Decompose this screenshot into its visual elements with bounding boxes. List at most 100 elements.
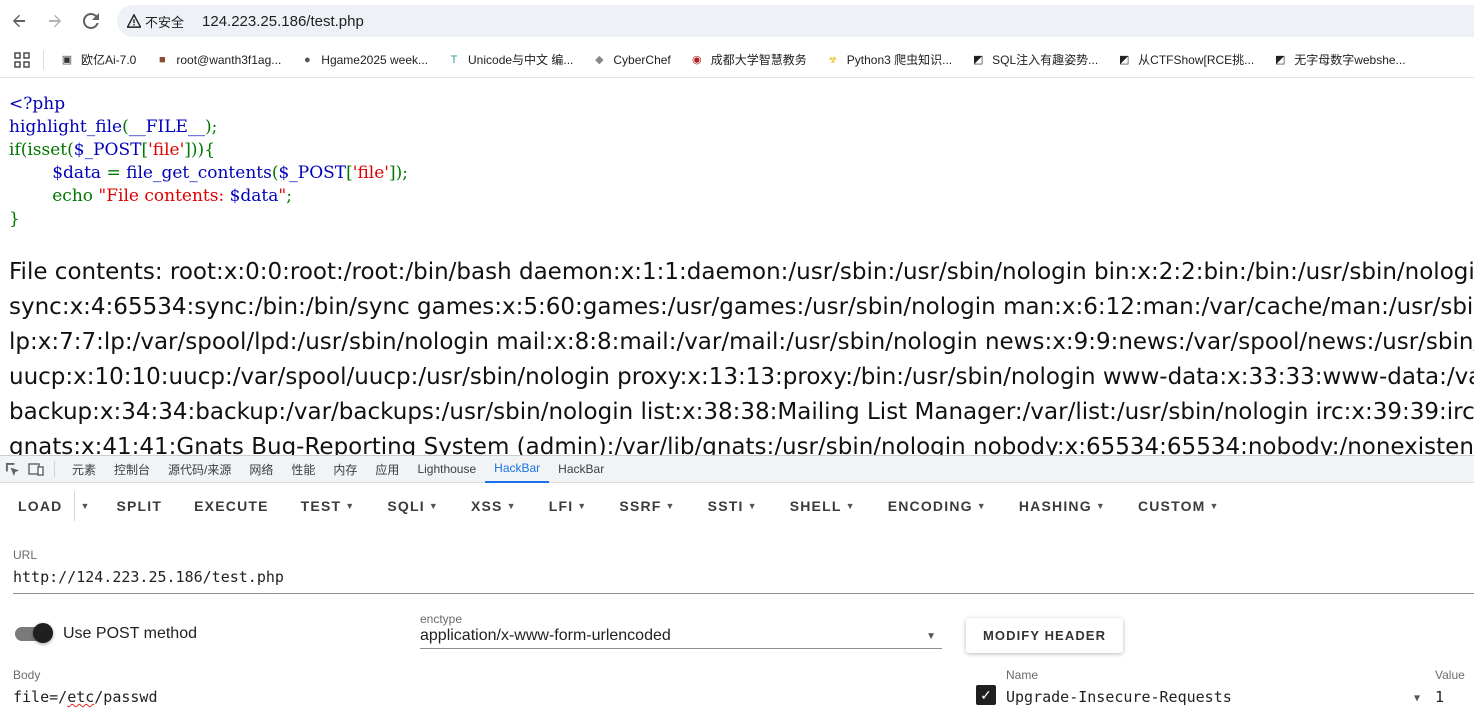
bookmark-label: CyberChef	[613, 52, 671, 67]
split-menu-button[interactable]: SPLIT	[100, 484, 178, 528]
back-button[interactable]	[1, 3, 37, 39]
body-label: Body	[13, 668, 41, 682]
load-dropdown-toggle[interactable]: ▼	[74, 491, 94, 521]
ssti-menu-button[interactable]: SSTI ▼	[692, 484, 774, 528]
reload-button[interactable]	[73, 3, 109, 39]
bookmark-label: 从CTFShow[RCE挑...	[1138, 53, 1255, 67]
devtools-tab[interactable]: HackBar	[485, 456, 550, 483]
bookmark-label: 欧亿Ai-7.0	[81, 53, 137, 67]
menu-label: XSS	[470, 498, 503, 514]
security-chip[interactable]: 不安全	[127, 12, 194, 31]
n-icon: ◩	[972, 54, 984, 66]
test-menu-button[interactable]: TEST ▼	[285, 484, 372, 528]
caret-down-icon: ▼	[506, 501, 517, 511]
code-token: ]);	[388, 163, 408, 183]
code-token: =	[106, 163, 127, 183]
devtools-tab[interactable]: HackBar	[549, 456, 613, 483]
load-button[interactable]: LOAD	[0, 484, 74, 528]
apps-button[interactable]	[0, 49, 44, 70]
menu-label: HASHING	[1018, 498, 1092, 514]
bookmark-item[interactable]: ▣ 欧亿Ai-7.0	[50, 46, 145, 74]
ssrf-menu-button[interactable]: SSRF ▼	[603, 484, 691, 528]
devtools-tab[interactable]: 内存	[324, 456, 366, 483]
devtools-tab[interactable]: Lighthouse	[408, 456, 485, 483]
browser-toolbar: 不安全 124.223.25.186/test.php	[0, 0, 1474, 42]
menu-label: SPLIT	[116, 498, 163, 514]
device-toolbar-button[interactable]	[24, 456, 48, 482]
devtools-tab[interactable]: 控制台	[105, 456, 159, 483]
bookmark-item[interactable]: T Unicode与中文 编...	[437, 46, 582, 74]
bookmark-item[interactable]: ◩ SQL注入有趣姿势...	[961, 46, 1107, 74]
address-bar[interactable]: 不安全 124.223.25.186/test.php	[117, 5, 1474, 37]
enctype-select[interactable]: application/x-www-form-urlencoded ▼	[420, 627, 942, 649]
caret-down-icon: ▼	[976, 501, 987, 511]
code-line: echo "File contents: $data";	[9, 185, 408, 208]
bookmark-label: 成都大学智慧教务	[710, 53, 807, 67]
url-input[interactable]: http://124.223.25.186/test.php	[13, 568, 1474, 594]
bookmark-label: root@wanth3f1ag...	[176, 52, 282, 67]
n-icon: ◩	[1274, 54, 1286, 66]
lfi-menu-button[interactable]: LFI ▼	[533, 484, 604, 528]
sqli-menu-button[interactable]: SQLI ▼	[371, 484, 455, 528]
bookmark-item[interactable]: ◩ 从CTFShow[RCE挑...	[1107, 46, 1263, 74]
inspect-element-button[interactable]	[0, 456, 24, 482]
code-token: echo	[52, 186, 99, 206]
hackbar-toolbar: LOAD ▼ SPLIT EXECUTE TEST ▼ SQLI ▼ XSS ▼ LFI ▼ SSR…	[0, 484, 1474, 528]
code-token: __FILE__	[128, 117, 205, 137]
devtools-tab[interactable]: 网络	[240, 456, 282, 483]
custom-menu-button[interactable]: CUSTOM ▼	[1122, 484, 1236, 528]
person-icon: ●	[303, 53, 311, 66]
devtools-tab[interactable]: 元素	[63, 456, 105, 483]
bookmark-item[interactable]: ■ root@wanth3f1ag...	[145, 46, 290, 74]
header-enabled-checkbox[interactable]: ✓	[976, 685, 996, 705]
code-token: 'file'	[148, 140, 185, 160]
enctype-label: enctype	[420, 612, 463, 626]
body-input[interactable]: file=/etc/passwd	[13, 688, 158, 706]
caret-down-icon: ▼	[577, 501, 588, 511]
enctype-value: application/x-www-form-urlencoded	[420, 627, 671, 644]
bookmark-label: Unicode与中文 编...	[468, 53, 574, 67]
warning-icon	[127, 14, 141, 28]
bookmark-item[interactable]: ● Hgame2025 week...	[290, 46, 437, 74]
menu-label: SHELL	[789, 498, 842, 514]
shell-menu-button[interactable]: SHELL ▼	[774, 484, 872, 528]
encoding-menu-button[interactable]: ENCODING ▼	[872, 484, 1003, 528]
xss-menu-button[interactable]: XSS ▼	[455, 484, 533, 528]
n-icon: ◩	[1118, 54, 1130, 66]
body-misspelled-word: etc	[67, 688, 95, 706]
devtools-tab[interactable]: 源代码/来源	[159, 456, 240, 483]
url-label: URL	[13, 548, 38, 562]
code-token: ;	[286, 186, 292, 206]
tab-separator	[54, 461, 55, 477]
bookmark-item[interactable]: ◆ CyberChef	[582, 46, 679, 74]
code-token: 'file'	[352, 163, 389, 183]
devtools-tab[interactable]: 性能	[282, 456, 324, 483]
code-token: [	[346, 163, 353, 183]
code-token: "File contents:	[98, 186, 230, 206]
code-token: $_POST	[73, 140, 142, 160]
chef-icon: ◆	[595, 54, 604, 66]
checkmark-icon: ✓	[980, 686, 992, 703]
hashing-menu-button[interactable]: HASHING ▼	[1003, 484, 1122, 528]
forward-button[interactable]	[37, 3, 73, 39]
bookmark-label: Hgame2025 week...	[321, 52, 429, 67]
execute-menu-button[interactable]: EXECUTE	[178, 484, 285, 528]
caret-down-icon: ▼	[1209, 501, 1220, 511]
toggle-knob	[33, 623, 53, 643]
header-name-select[interactable]: Upgrade-Insecure-Requests ▼	[1006, 688, 1426, 706]
header-value-label: Value	[1435, 668, 1465, 682]
bookmark-item[interactable]: ◩ 无字母数字webshe...	[1263, 46, 1414, 74]
url-text[interactable]: 124.223.25.186/test.php	[202, 13, 364, 30]
header-value-input[interactable]: 1	[1435, 688, 1444, 706]
modify-header-button[interactable]: MODIFY HEADER	[966, 618, 1123, 653]
code-token: <?php	[9, 94, 66, 114]
bookmark-item[interactable]: ◉ 成都大学智慧教务	[680, 46, 816, 74]
menu-label: EXECUTE	[194, 498, 269, 514]
php-source-code: <?php highlight_file(__FILE__); if(isset($…	[9, 93, 408, 231]
inspect-cursor-icon	[5, 462, 19, 476]
reload-icon	[83, 13, 99, 29]
bookmark-item[interactable]: ☣ Python3 爬虫知识...	[816, 46, 961, 74]
devtools-tab[interactable]: 应用	[366, 456, 408, 483]
post-method-toggle[interactable]	[15, 623, 53, 643]
